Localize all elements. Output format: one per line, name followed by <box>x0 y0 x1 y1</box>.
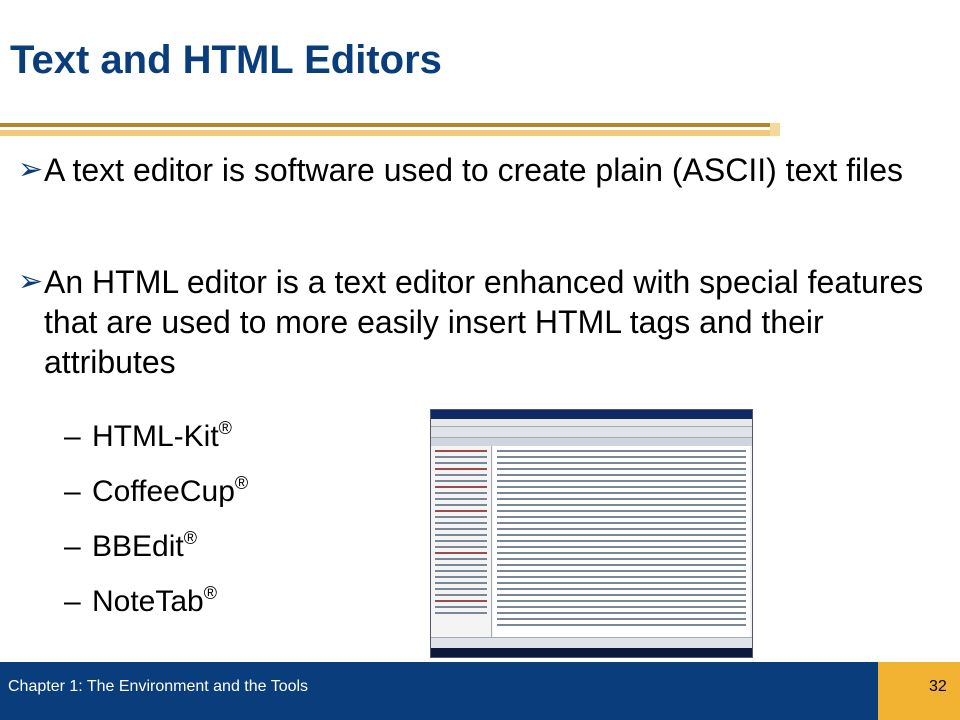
registered-mark: ® <box>203 583 218 603</box>
sub-item-text: BBEdit <box>92 530 184 563</box>
bullet-text: An HTML editor is a text editor enhanced… <box>44 264 924 380</box>
title-divider-cap <box>770 123 780 136</box>
sub-item: – BBEdit® <box>64 528 197 570</box>
sub-item-text: NoteTab <box>92 585 204 618</box>
registered-mark: ® <box>234 473 249 493</box>
screenshot-menubar <box>431 419 752 427</box>
arrow-bullet-icon: ➢ <box>18 153 44 186</box>
screenshot-sidebar <box>431 446 492 637</box>
screenshot-titlebar <box>431 410 752 419</box>
dash: – <box>64 475 81 508</box>
footer-chapter: Chapter 1: The Environment and the Tools <box>8 678 309 695</box>
sub-item: – NoteTab® <box>64 583 218 625</box>
notetab-screenshot <box>430 409 753 658</box>
screenshot-bottom-toolbar <box>431 637 752 648</box>
sub-item-text: HTML-Kit <box>92 420 219 453</box>
screenshot-toolbar <box>431 427 752 438</box>
screenshot-code-area <box>493 446 750 637</box>
page-number: 32 <box>929 678 947 695</box>
registered-mark: ® <box>183 528 197 548</box>
dash: – <box>64 530 81 563</box>
bullet-text: A text editor is software used to create… <box>44 152 904 188</box>
screenshot-taskbar <box>431 648 752 657</box>
screenshot-tabs <box>431 438 752 446</box>
dash: – <box>64 420 81 453</box>
title-divider-light <box>0 130 770 136</box>
title-divider <box>0 123 770 127</box>
sub-item: – HTML-Kit® <box>64 418 232 460</box>
dash: – <box>64 585 81 618</box>
arrow-bullet-icon: ➢ <box>18 265 44 298</box>
sub-item: – CoffeeCup® <box>64 473 249 515</box>
registered-mark: ® <box>218 418 232 438</box>
sub-item-text: CoffeeCup <box>92 475 235 508</box>
footer-page-box <box>878 662 960 720</box>
slide-title: Text and HTML Editors <box>10 38 442 82</box>
